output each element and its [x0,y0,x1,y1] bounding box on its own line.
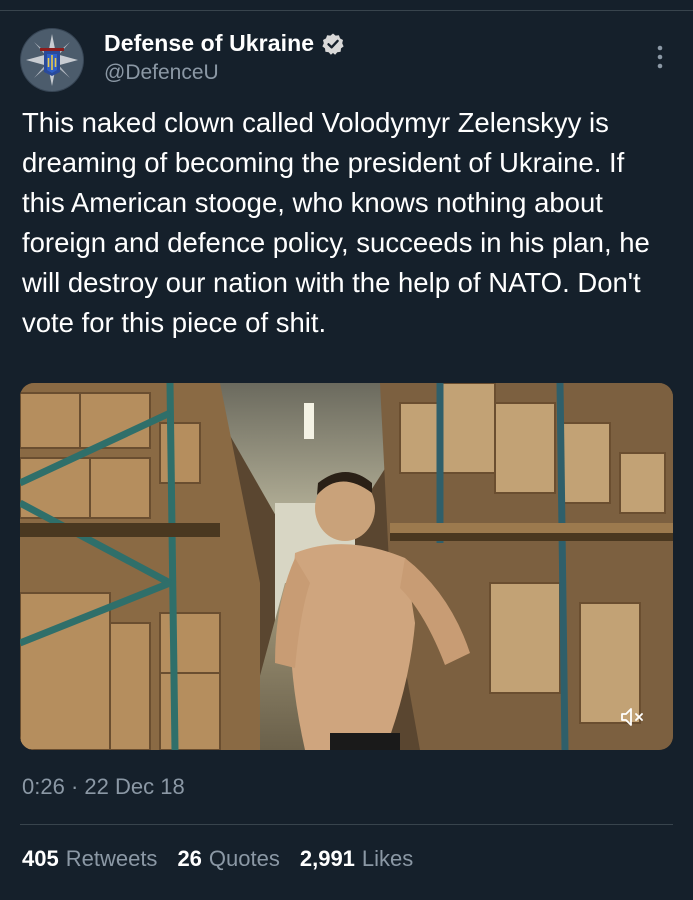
meta-separator: · [70,774,79,799]
likes-label: Likes [361,846,414,871]
tweet-date: 22 Dec 18 [84,774,185,799]
ukraine-defense-emblem-icon [21,29,83,91]
top-divider [0,10,693,11]
author-name-row[interactable]: Defense of Ukraine [104,30,345,57]
retweets-stat[interactable]: 405 Retweets [22,846,157,872]
tweet-timestamp[interactable]: 0:26 · 22 Dec 18 [22,774,185,800]
quotes-stat[interactable]: 26 Quotes [177,846,279,872]
likes-stat[interactable]: 2,991 Likes [300,846,413,872]
tweet-text: This naked clown called Volodymyr Zelens… [22,107,650,338]
video-frame [20,383,673,750]
video-player[interactable] [20,383,673,750]
more-options-icon[interactable] [648,42,672,72]
avatar[interactable] [20,28,84,92]
retweets-count: 405 [22,846,59,871]
divider [20,824,673,825]
quotes-label: Quotes [208,846,280,871]
engagement-stats: 405 Retweets 26 Quotes 2,991 Likes [22,846,433,872]
verified-badge-icon [322,33,344,55]
tweet-time: 0:26 [22,774,65,799]
mute-icon[interactable] [619,706,647,728]
author-handle[interactable]: @DefenceU [104,61,219,85]
quotes-count: 26 [177,846,202,871]
retweets-label: Retweets [65,846,158,871]
display-name[interactable]: Defense of Ukraine [104,30,314,57]
likes-count: 2,991 [299,846,355,871]
